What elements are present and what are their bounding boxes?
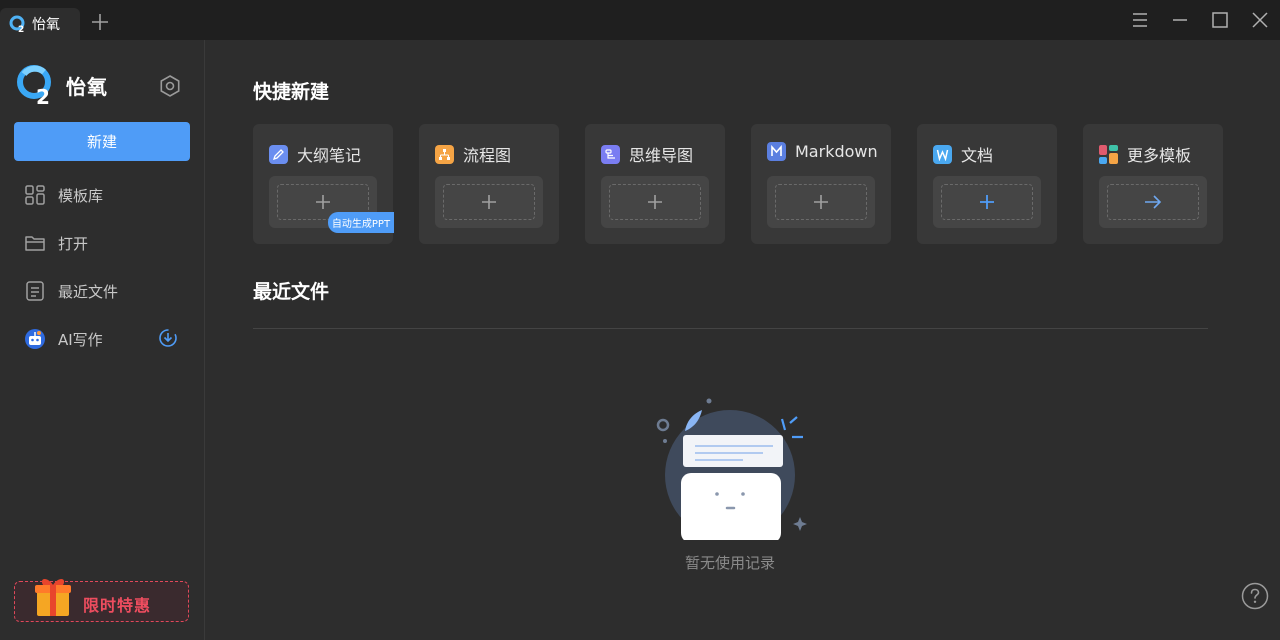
brand-name: 怡氧 [66,74,108,99]
help-icon[interactable] [1241,582,1269,610]
svg-text:2: 2 [18,25,24,33]
app-tab[interactable]: 2 怡氧 [0,8,80,40]
more-templates-button[interactable] [1099,176,1207,228]
plus-icon[interactable] [90,12,110,32]
plus-icon [316,195,330,209]
download-icon[interactable] [158,328,178,348]
flowchart-icon [435,144,454,164]
plus-icon [482,195,496,209]
plus-icon [648,195,662,209]
menu-icon[interactable] [1130,10,1150,30]
sidebar-item-templates[interactable]: 模板库 [24,181,194,209]
gift-icon [35,578,71,616]
new-button[interactable]: 新建 [14,122,190,161]
empty-state-text: 暂无使用记录 [684,554,775,572]
card-label: 思维导图 [629,146,694,165]
card-markdown[interactable]: Markdown [751,124,891,244]
promo-banner[interactable]: 限时特惠 [14,578,189,622]
sidebar-item-label: 打开 [58,234,89,253]
svg-text:2: 2 [36,85,50,106]
word-doc-icon [933,144,952,164]
markdown-icon [767,142,786,161]
maximize-icon[interactable] [1210,10,1230,30]
sidebar-item-open[interactable]: 打开 [24,229,194,257]
sidebar-item-label: 模板库 [58,186,104,205]
more-templates-icon [1099,144,1118,164]
card-label: 更多模板 [1127,146,1192,165]
app-logo-icon: 2 [17,65,51,106]
promo-label: 限时特惠 [83,596,152,615]
document-icon [26,281,44,301]
title-bar: 2 怡氧 [0,0,1280,40]
sidebar-item-ai-writing[interactable]: AI写作 [24,325,194,353]
card-flowchart[interactable]: 流程图 [419,124,559,244]
brand: 2 怡氧 [16,64,108,106]
minimize-icon[interactable] [1170,10,1190,30]
sidebar-item-recent[interactable]: 最近文件 [24,277,194,305]
create-markdown-button[interactable] [767,176,875,228]
sidebar-item-label: 最近文件 [58,282,119,301]
recent-files-title: 最近文件 [253,281,330,303]
empty-state-illustration [656,398,807,540]
create-document-button[interactable] [933,176,1041,228]
card-label: Markdown [795,142,878,161]
plus-icon [814,195,828,209]
auto-ppt-badge[interactable]: 自动生成PPT [328,212,394,233]
card-mindmap[interactable]: 思维导图 [585,124,725,244]
mindmap-icon [601,144,620,164]
arrow-right-icon [1145,195,1162,209]
divider [253,328,1208,329]
quick-create-title: 快捷新建 [253,81,330,103]
template-grid-icon [25,185,45,205]
tab-title: 怡氧 [32,17,60,33]
sidebar-item-label: AI写作 [58,330,103,349]
card-label: 文档 [961,146,994,165]
card-label: 流程图 [463,146,512,165]
card-outline-note[interactable]: 大纲笔记 自动生成PPT [253,124,394,244]
ai-robot-icon [25,329,45,349]
create-mindmap-button[interactable] [601,176,709,228]
sidebar: 2 怡氧 新建 模板库 打开 最近文件 AI写作 限时特惠 [0,40,205,640]
create-flowchart-button[interactable] [435,176,543,228]
app-logo-icon: 2 [9,15,25,33]
card-document[interactable]: 文档 [917,124,1057,244]
plus-icon [980,195,994,209]
outline-note-icon [269,144,288,164]
folder-icon [25,236,45,251]
card-more-templates[interactable]: 更多模板 [1083,124,1223,244]
card-label: 大纲笔记 [297,146,362,165]
close-icon[interactable] [1250,10,1270,30]
settings-icon[interactable] [158,74,182,98]
